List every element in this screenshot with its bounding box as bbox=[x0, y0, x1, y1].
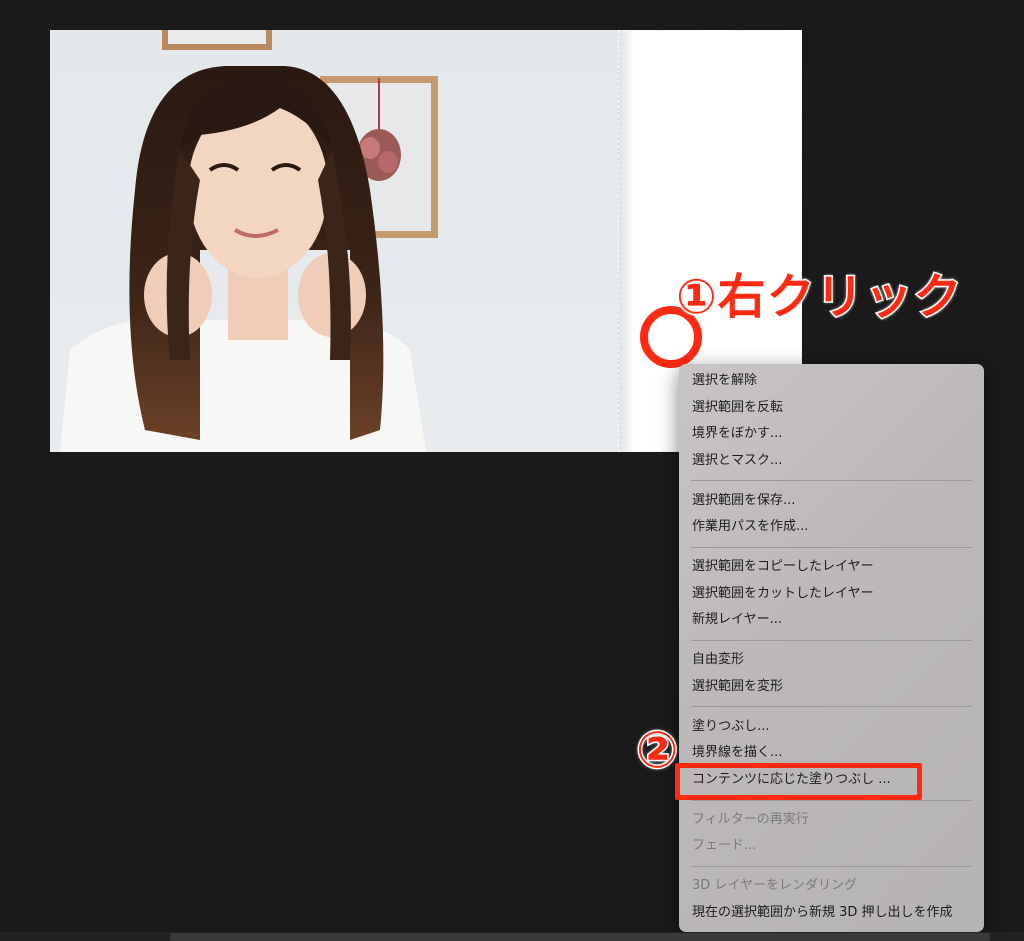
menu-item-transform-selection[interactable]: 選択範囲を変形 bbox=[679, 674, 984, 701]
horizontal-scrollbar[interactable] bbox=[0, 932, 1024, 941]
menu-item-render-3d-layer: 3D レイヤーをレンダリング bbox=[692, 878, 858, 894]
menu-item-fade: フェード... bbox=[692, 838, 757, 854]
menu-item-save-selection[interactable]: 選択範囲を保存... bbox=[679, 488, 984, 515]
menu-item-select-and-mask[interactable]: 選択とマスク... bbox=[679, 448, 984, 475]
menu-item-fill[interactable]: 塗りつぶし... bbox=[679, 714, 984, 741]
menu-item-new-layer[interactable]: 新規レイヤー... bbox=[679, 607, 984, 634]
step1-annotation: ①右クリック bbox=[675, 268, 964, 327]
photo-illustration bbox=[50, 30, 618, 452]
menu-item-new-3d-extrusion[interactable]: 現在の選択範囲から新規 3D 押し出しを作成 bbox=[679, 900, 984, 927]
menu-item-layer-via-copy[interactable]: 選択範囲をコピーしたレイヤー bbox=[679, 554, 984, 581]
content-aware-fill-highlight bbox=[675, 763, 922, 800]
menu-separator bbox=[679, 860, 984, 873]
menu-item-deselect[interactable]: 選択を解除 bbox=[679, 368, 984, 395]
step2-annotation: ② bbox=[635, 720, 680, 781]
menu-separator bbox=[679, 541, 984, 554]
menu-separator bbox=[679, 474, 984, 487]
document-canvas[interactable]: ①右クリック ② 選択を解除 選択範囲を反転 境界をぼかす... 選択とマスク.… bbox=[0, 0, 1024, 941]
menu-item-make-work-path[interactable]: 作業用パスを作成... bbox=[679, 514, 984, 541]
menu-separator bbox=[679, 634, 984, 647]
photo-image bbox=[50, 30, 618, 452]
menu-item-last-filter: フィルターの再実行 bbox=[692, 811, 809, 827]
menu-item-layer-via-cut[interactable]: 選択範囲をカットしたレイヤー bbox=[679, 581, 984, 608]
menu-separator bbox=[679, 700, 984, 713]
context-menu[interactable]: 選択を解除 選択範囲を反転 境界をぼかす... 選択とマスク... 選択範囲を保… bbox=[679, 364, 984, 932]
menu-item-inverse-selection[interactable]: 選択範囲を反転 bbox=[679, 395, 984, 422]
scrollbar-thumb[interactable] bbox=[170, 933, 990, 941]
menu-item-feather[interactable]: 境界をぼかす... bbox=[679, 421, 984, 448]
menu-item-free-transform[interactable]: 自由変形 bbox=[679, 647, 984, 674]
